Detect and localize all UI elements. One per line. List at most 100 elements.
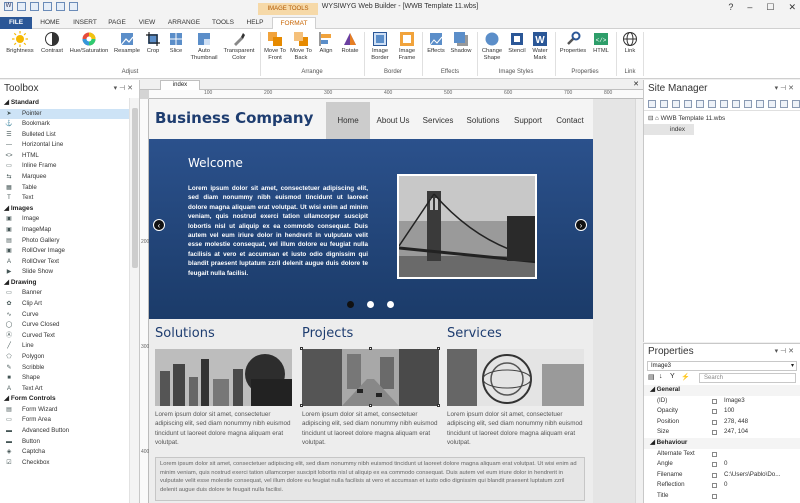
crop-button[interactable]: Crop — [142, 31, 164, 55]
toolbox-section[interactable]: ◢ Standard — [0, 98, 139, 109]
hero-text[interactable]: Lorem ipsum dolor sit amet, consectetuer… — [188, 184, 368, 278]
slide-indicator[interactable] — [347, 301, 354, 308]
stencil-button[interactable]: Stencil — [505, 31, 529, 55]
street-image[interactable] — [302, 349, 439, 406]
toolbox-item-shape[interactable]: ■ Shape — [0, 373, 139, 384]
nav-support[interactable]: Support — [506, 102, 550, 139]
hue-saturation-button[interactable]: Hue/Saturation — [66, 31, 112, 55]
nav-about-us[interactable]: About Us — [371, 102, 415, 139]
toolbox-item-captcha[interactable]: ◈ Captcha — [0, 447, 139, 458]
slice-button[interactable]: Slice — [164, 31, 188, 55]
move-down-icon[interactable] — [768, 100, 776, 108]
property-row[interactable]: Opacity 100 — [644, 406, 800, 417]
move-left-icon[interactable] — [780, 100, 788, 108]
close-icon[interactable]: ✕ — [788, 2, 796, 13]
toolbox-item-slide-show[interactable]: ▶ Slide Show — [0, 267, 139, 278]
page-properties-icon[interactable] — [684, 100, 692, 108]
chevron-down-icon[interactable]: ▾ — [791, 362, 794, 371]
tab-arrange[interactable]: ARRANGE — [164, 17, 204, 29]
toolbox-item-imagemap[interactable]: ▣ ImageMap — [0, 225, 139, 236]
effects-button[interactable]: Effects — [424, 31, 448, 55]
site-brand[interactable]: Business Company — [155, 109, 313, 127]
toolbox-item-curve-closed[interactable]: ◯ Curve Closed — [0, 320, 139, 331]
help-icon[interactable]: ? — [728, 2, 733, 13]
image-border-button[interactable]: Image Border — [366, 31, 394, 61]
slide-indicator[interactable] — [387, 301, 394, 308]
properties-search-input[interactable]: Search — [699, 373, 796, 383]
toolbox-item-form-wizard[interactable]: ▤ Form Wizard — [0, 405, 139, 416]
minimize-icon[interactable]: – — [747, 2, 752, 13]
column-title-services[interactable]: Services — [447, 326, 502, 341]
sort-az-icon[interactable]: ↓ — [659, 373, 663, 380]
toolbox-item-curved-text[interactable]: Ⓐ Curved Text — [0, 331, 139, 342]
contrast-button[interactable]: Contrast — [37, 31, 67, 55]
collapse-icon[interactable]: ⊟ — [648, 115, 653, 122]
maximize-icon[interactable]: ☐ — [766, 2, 774, 13]
image-frame-button[interactable]: Image Frame — [394, 31, 420, 61]
toolbox-item-text[interactable]: T Text — [0, 193, 139, 204]
toolbox-item-html[interactable]: <> HTML — [0, 151, 139, 162]
filter-icon[interactable]: Y — [670, 373, 675, 380]
tab-insert[interactable]: INSERT — [70, 17, 100, 29]
toolbox-item-polygon[interactable]: ⬠ Polygon — [0, 352, 139, 363]
toolbox-section[interactable]: ◢ Drawing — [0, 278, 139, 289]
toolbox-item-scribble[interactable]: ✎ Scribble — [0, 363, 139, 374]
toolbox-item-banner[interactable]: ▭ Banner — [0, 288, 139, 299]
property-row[interactable]: Alternate Text — [644, 449, 800, 460]
nav-solutions[interactable]: Solutions — [461, 102, 505, 139]
move-to-back-button[interactable]: Move To Back — [288, 31, 314, 61]
property-row[interactable]: Filename C:\Users\Pablo\Do... — [644, 470, 800, 481]
folder-icon[interactable] — [720, 100, 728, 108]
tab-format[interactable]: FORMAT — [272, 17, 316, 29]
move-up-icon[interactable] — [756, 100, 764, 108]
bridge-image[interactable] — [397, 174, 537, 279]
tab-file[interactable]: FILE — [0, 17, 32, 29]
toolbox-item-pointer[interactable]: ➤ Pointer — [0, 108, 139, 120]
canvas-scrollbar[interactable] — [635, 99, 643, 503]
design-canvas[interactable]: Business Company Home About Us Services … — [149, 99, 643, 503]
toolbox-section[interactable]: ◢ Images — [0, 204, 139, 215]
toolbox-item-button[interactable]: ▬ Button — [0, 437, 139, 448]
auto-thumbnail-button[interactable]: Auto Thumbnail — [188, 31, 220, 61]
column-title-solutions[interactable]: Solutions — [155, 326, 215, 341]
change-shape-button[interactable]: Change Shape — [479, 31, 505, 61]
property-row[interactable]: Position 278, 448 — [644, 417, 800, 428]
resample-button[interactable]: Resample — [112, 31, 142, 55]
toolbox-item-inline-frame[interactable]: ▭ Inline Frame — [0, 161, 139, 172]
toolbox-item-photo-gallery[interactable]: ▤ Photo Gallery — [0, 236, 139, 247]
toolbox-item-clip-art[interactable]: ✿ Clip Art — [0, 299, 139, 310]
move-to-front-button[interactable]: Move To Front — [262, 31, 288, 61]
nav-home[interactable]: Home — [326, 102, 370, 139]
site-tree-root[interactable]: ⊟ ⌂ WWB Template 11.wbs — [644, 113, 800, 124]
column-title-projects[interactable]: Projects — [302, 326, 353, 341]
object-selector[interactable]: Image3 ▾ — [647, 361, 797, 371]
tab-home[interactable]: HOME — [36, 17, 64, 29]
selection-handle[interactable] — [369, 404, 372, 407]
nav-contact[interactable]: Contact — [550, 102, 590, 139]
city-image[interactable] — [155, 349, 292, 406]
move-right-icon[interactable] — [792, 100, 800, 108]
scrollbar-thumb[interactable] — [132, 108, 138, 268]
pin-icon[interactable]: ▾ ⊣ ✕ — [775, 344, 794, 360]
property-row[interactable]: Title — [644, 491, 800, 502]
toolbox-item-horizontal-line[interactable]: — Horizontal Line — [0, 140, 139, 151]
toolbox-scrollbar[interactable] — [129, 98, 139, 503]
new-page-icon[interactable] — [648, 100, 656, 108]
property-row[interactable]: Size 247, 104 — [644, 427, 800, 438]
shadow-button[interactable]: Shadow — [448, 31, 474, 55]
toolbox-item-text-art[interactable]: A Text Art — [0, 384, 139, 395]
property-row[interactable]: Reflection 0 — [644, 480, 800, 491]
toolbox-item-form-area[interactable]: ▭ Form Area — [0, 415, 139, 426]
sculpture-image[interactable] — [447, 349, 584, 406]
slideshow-prev-button[interactable]: ‹ — [153, 219, 165, 231]
toolbox-item-image[interactable]: ▣ Image — [0, 214, 139, 225]
rename-page-icon[interactable] — [708, 100, 716, 108]
water-mark-button[interactable]: W Water Mark — [529, 31, 551, 61]
document-tab-index[interactable]: index — [160, 80, 200, 90]
delete-page-icon[interactable] — [744, 100, 752, 108]
selection-handle[interactable] — [369, 347, 372, 350]
open-page-icon[interactable] — [696, 100, 704, 108]
toolbox-item-bookmark[interactable]: ⚓ Bookmark — [0, 119, 139, 130]
toolbox-item-line[interactable]: ╱ Line — [0, 341, 139, 352]
brightness-button[interactable]: Brightness — [3, 31, 37, 55]
